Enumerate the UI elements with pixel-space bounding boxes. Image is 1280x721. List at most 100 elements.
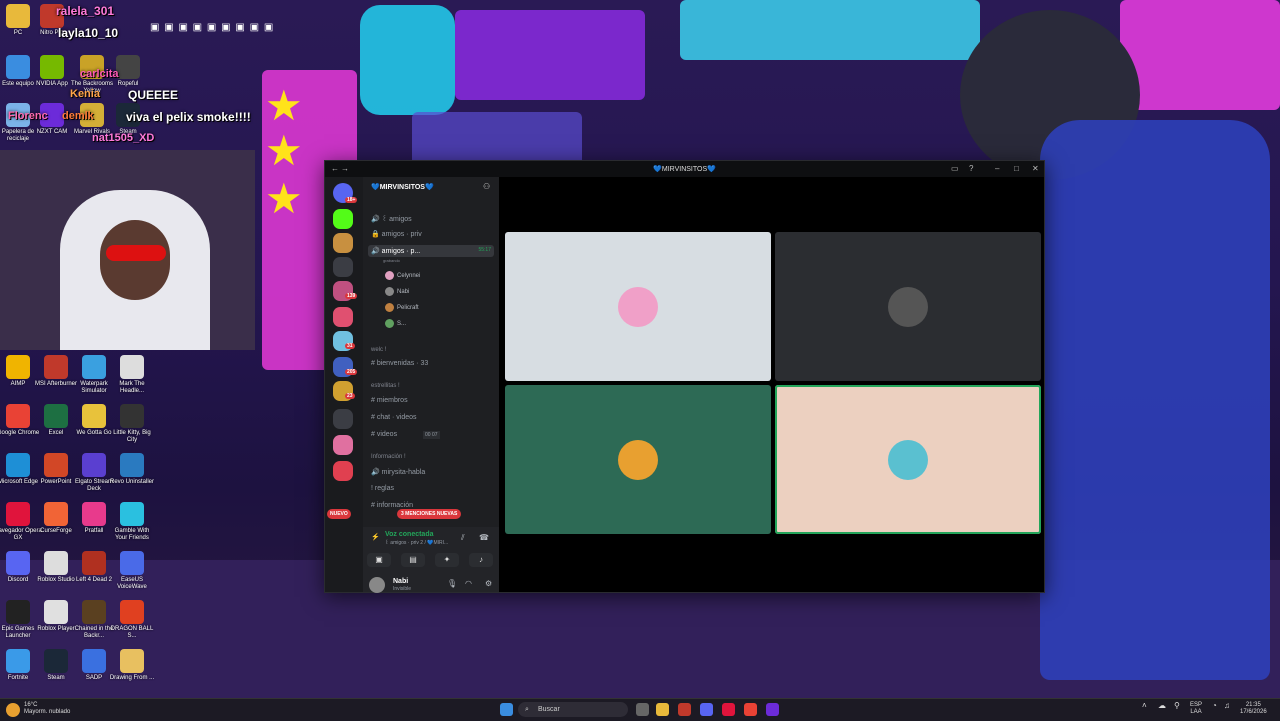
file-explorer-icon[interactable] bbox=[656, 703, 669, 716]
app-icon bbox=[82, 453, 106, 477]
avatar[interactable] bbox=[369, 577, 385, 593]
participant-tile[interactable] bbox=[505, 385, 771, 534]
search-bar[interactable]: ⌕ Buscar bbox=[518, 702, 628, 717]
app-icon bbox=[82, 404, 106, 428]
disconnect-icon[interactable]: ☎ bbox=[479, 533, 489, 542]
participant-tile[interactable] bbox=[505, 232, 771, 381]
server-icon[interactable] bbox=[333, 435, 353, 455]
category-header[interactable]: estrellitas ! bbox=[371, 383, 400, 389]
maximize-icon[interactable]: □ bbox=[1014, 164, 1019, 173]
channel-item[interactable]: # información bbox=[371, 502, 413, 509]
tray-app-icon[interactable]: ⚲ bbox=[1174, 702, 1180, 710]
app-icon bbox=[6, 600, 30, 624]
headphones-icon[interactable]: ◠ bbox=[465, 579, 472, 588]
voice-connected-label[interactable]: Voz conectada bbox=[385, 531, 434, 538]
signal-icon[interactable]: ⚡ bbox=[371, 533, 380, 541]
chat-emotes: ▣ ▣ ▣ ▣ ▣ ▣ ▣ ▣ ▣ bbox=[150, 22, 275, 33]
channel-item[interactable]: # chat · videos bbox=[371, 414, 417, 421]
voice-member[interactable]: Nabi bbox=[385, 287, 409, 296]
desktop-icon[interactable]: Little Kitty, Big City bbox=[108, 404, 156, 444]
channel-item[interactable]: # videos 00 07 bbox=[371, 431, 440, 439]
app-icon bbox=[6, 551, 30, 575]
channel-item[interactable]: 🔊 ꒰ amigos bbox=[371, 213, 412, 223]
minimize-icon[interactable]: – bbox=[995, 164, 999, 173]
server-icon-kick[interactable] bbox=[333, 209, 353, 229]
desktop-icon[interactable]: DRAGON BALL S... bbox=[108, 600, 156, 640]
server-icon[interactable] bbox=[333, 233, 353, 253]
channel-item[interactable]: 🔊 mirysita-habla bbox=[371, 468, 425, 476]
inbox-icon[interactable]: ▭ bbox=[951, 164, 959, 173]
server-folder-icon[interactable] bbox=[333, 409, 353, 429]
notification-badge: 18+ bbox=[345, 197, 358, 203]
stream-label: grabando bbox=[383, 258, 400, 263]
notification-badge: 23 bbox=[345, 393, 355, 399]
screen-share-button[interactable]: ▤ bbox=[401, 553, 425, 567]
microphone-icon[interactable]: 🎙 bbox=[447, 579, 457, 588]
channel-item[interactable]: # bienvenidas · 33 bbox=[371, 360, 428, 367]
user-status: Invisible bbox=[393, 586, 412, 592]
help-icon[interactable]: ? bbox=[969, 164, 973, 173]
discord-taskbar-icon[interactable] bbox=[700, 703, 713, 716]
app-icon bbox=[6, 355, 30, 379]
discord-window[interactable]: ← → 💙MIRVINSITOS💙 ▭ ? – □ ✕ 18+ 139 31 2… bbox=[324, 160, 1045, 593]
soundboard-button[interactable]: ♪ bbox=[469, 553, 493, 567]
channel-item-active[interactable]: 🔊 amigos · p... 55:17 bbox=[368, 245, 494, 257]
show-hidden-icons-icon[interactable]: ˄ bbox=[1142, 702, 1147, 710]
taskbar-app-icon[interactable] bbox=[678, 703, 691, 716]
start-icon[interactable] bbox=[500, 703, 513, 716]
language-code: ESP bbox=[1190, 702, 1203, 708]
chat-username: demlk bbox=[62, 110, 94, 122]
clock[interactable]: 21:35 17/6/2026 bbox=[1240, 702, 1267, 716]
invite-icon[interactable]: ⚇ bbox=[483, 182, 490, 191]
keyboard-layout: LAA bbox=[1190, 709, 1202, 715]
tray-app-icon[interactable]: ☁ bbox=[1158, 702, 1166, 710]
user-name[interactable]: Nabi bbox=[393, 578, 408, 585]
desktop-icon[interactable]: EaseUS VoiceWave bbox=[108, 551, 156, 591]
avatar bbox=[385, 319, 394, 328]
category-header[interactable]: Información ! bbox=[371, 454, 406, 460]
new-badge[interactable]: NUEVO bbox=[327, 509, 351, 519]
channel-item[interactable]: # miembros bbox=[371, 397, 408, 404]
volume-icon[interactable]: ♫ bbox=[1224, 702, 1230, 710]
camera-button[interactable]: ▣ bbox=[367, 553, 391, 567]
chat-message: QUEEEE bbox=[128, 88, 179, 102]
weather-icon[interactable] bbox=[6, 703, 20, 717]
app-icon bbox=[120, 600, 144, 624]
neon-sign-ramen bbox=[680, 0, 980, 60]
desktop-icon[interactable]: Drawing From ... bbox=[108, 649, 156, 682]
voice-member[interactable]: Celynnei bbox=[385, 271, 420, 280]
neon-sign-arrows bbox=[455, 10, 645, 100]
voice-channel-label[interactable]: ꒰ amigos · priv 2 / 💙MIRI... bbox=[385, 540, 448, 546]
desktop-icon[interactable]: Gamble With Your Friends bbox=[108, 502, 156, 542]
app-icon bbox=[120, 453, 144, 477]
voice-member[interactable]: Pelicraft bbox=[385, 303, 419, 312]
category-header[interactable]: welc ! bbox=[371, 347, 386, 353]
search-icon: ⌕ bbox=[525, 706, 529, 713]
participant-tile[interactable] bbox=[775, 232, 1041, 381]
opera-taskbar-icon[interactable] bbox=[722, 703, 735, 716]
mentions-badge[interactable]: 3 MENCIONES NUEVAS bbox=[397, 509, 462, 519]
server-icon[interactable] bbox=[333, 461, 353, 481]
server-icon[interactable] bbox=[333, 307, 353, 327]
desktop-icon[interactable]: Mark The Headle... bbox=[108, 355, 156, 395]
language-indicator[interactable]: ESP LAA bbox=[1190, 702, 1202, 716]
notification-badge: 205 bbox=[345, 369, 358, 375]
participant-tile[interactable] bbox=[775, 385, 1041, 534]
window-titlebar[interactable]: ← → 💙MIRVINSITOS💙 ▭ ? – □ ✕ bbox=[325, 161, 1044, 177]
noise-suppression-icon[interactable]: ⫽ bbox=[461, 533, 465, 543]
activities-button[interactable]: ✦ bbox=[435, 553, 459, 567]
server-folder-icon[interactable] bbox=[333, 257, 353, 277]
weather-widget[interactable]: 16°C Mayorm. nublado bbox=[24, 702, 70, 716]
voice-member[interactable]: S... bbox=[385, 319, 406, 328]
voice-status-panel: ⚡ Voz conectada ꒰ amigos · priv 2 / 💙MIR… bbox=[363, 527, 499, 593]
close-icon[interactable]: ✕ bbox=[1032, 164, 1039, 173]
desktop-icon[interactable]: Revo Uninstaller bbox=[108, 453, 156, 486]
taskbar-app-icon[interactable] bbox=[766, 703, 779, 716]
wifi-icon[interactable]: ◔ bbox=[1212, 702, 1217, 710]
task-view-icon[interactable] bbox=[636, 703, 649, 716]
channel-item[interactable]: ! reglas bbox=[371, 485, 394, 492]
settings-gear-icon[interactable]: ⚙ bbox=[485, 579, 492, 588]
chrome-taskbar-icon[interactable] bbox=[744, 703, 757, 716]
channel-item[interactable]: 🔒 amigos · priv bbox=[371, 230, 422, 238]
server-name[interactable]: 💙MIRVINSITOS💙 bbox=[371, 183, 434, 191]
